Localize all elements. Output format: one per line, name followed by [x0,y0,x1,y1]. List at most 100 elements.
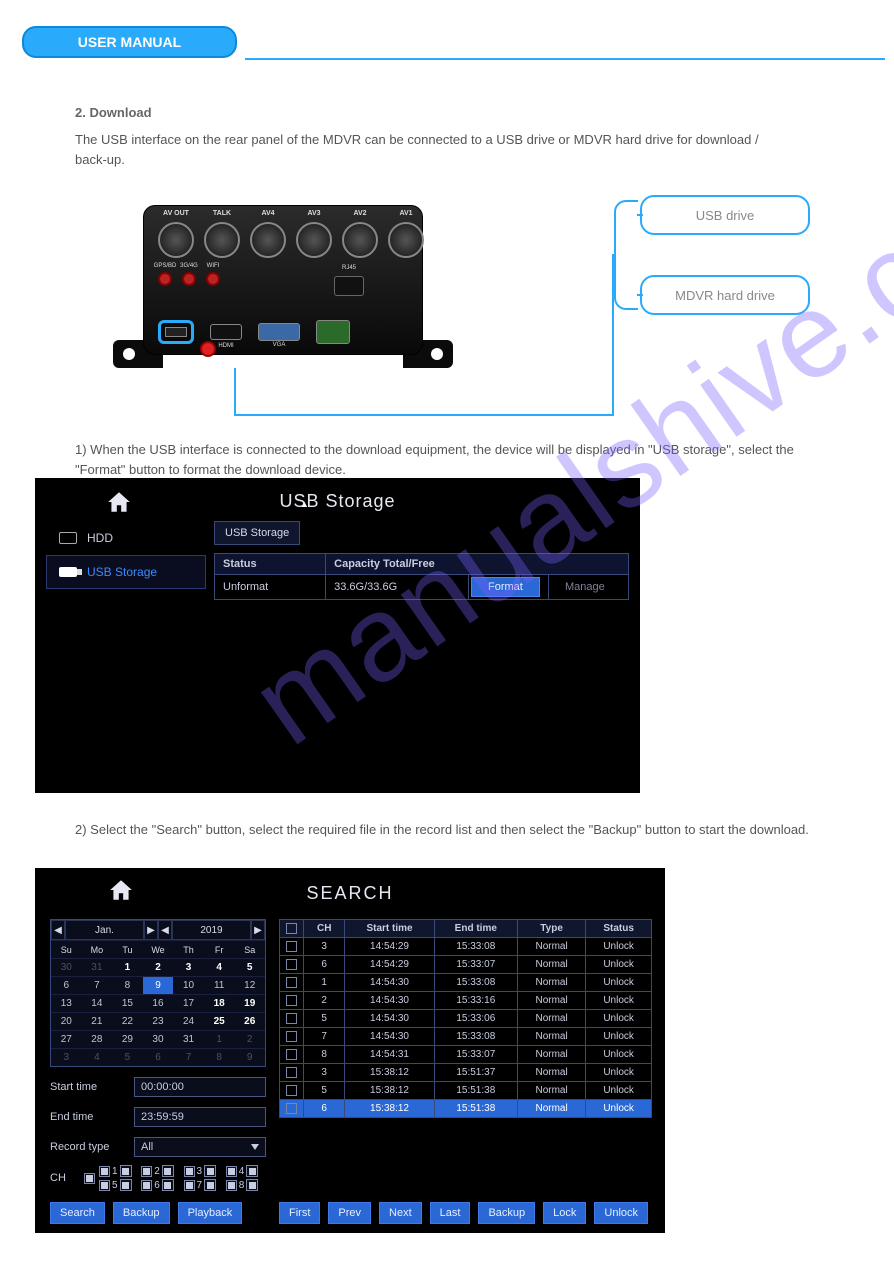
calendar-day[interactable]: 2 [234,1030,265,1048]
calendar-day[interactable]: 17 [173,994,204,1012]
table-row[interactable]: 314:54:2915:33:08NormalUnlock [280,938,652,956]
table-row[interactable]: 614:54:2915:33:07NormalUnlock [280,956,652,974]
prev-month-button[interactable]: ◀ [51,920,65,940]
ch-box-2[interactable] [162,1165,174,1177]
ch-checkbox-2[interactable] [141,1166,152,1177]
calendar-day[interactable]: 9 [143,976,174,994]
calendar-day[interactable]: 22 [112,1012,143,1030]
end-time-input[interactable]: 23:59:59 [134,1107,266,1127]
next-year-button[interactable]: ▶ [251,920,265,940]
table-row[interactable]: 214:54:3015:33:16NormalUnlock [280,992,652,1010]
calendar-day[interactable]: 27 [51,1030,82,1048]
row-checkbox[interactable] [286,977,297,988]
unlock-button[interactable]: Unlock [594,1202,648,1224]
calendar-day[interactable]: 4 [204,958,235,976]
lock-button[interactable]: Lock [543,1202,586,1224]
sidebar-item-usb-storage[interactable]: USB Storage [46,555,206,589]
ch-box-5[interactable] [120,1179,132,1191]
calendar-day[interactable]: 7 [173,1048,204,1066]
ch-box-1[interactable] [120,1165,132,1177]
calendar-day[interactable]: 4 [82,1048,113,1066]
prev-button[interactable]: Prev [328,1202,371,1224]
calendar-day[interactable]: 5 [234,958,265,976]
calendar-day[interactable]: 30 [143,1030,174,1048]
next-month-button[interactable]: ▶ [144,920,158,940]
prev-year-button[interactable]: ◀ [158,920,172,940]
tab-usb-storage[interactable]: USB Storage [214,521,300,545]
table-row[interactable]: 114:54:3015:33:08NormalUnlock [280,974,652,992]
next-button[interactable]: Next [379,1202,422,1224]
calendar-day[interactable]: 24 [173,1012,204,1030]
row-checkbox[interactable] [286,1013,297,1024]
calendar-day[interactable]: 7 [82,976,113,994]
table-row[interactable]: 814:54:3115:33:07NormalUnlock [280,1046,652,1064]
playback-button[interactable]: Playback [178,1202,243,1224]
calendar-day[interactable]: 2 [143,958,174,976]
ch-box-3[interactable] [204,1165,216,1177]
calendar-day[interactable]: 8 [204,1048,235,1066]
calendar-day[interactable]: 23 [143,1012,174,1030]
calendar-day[interactable]: 25 [204,1012,235,1030]
calendar-day[interactable]: 26 [234,1012,265,1030]
ch-checkbox-3[interactable] [184,1166,195,1177]
calendar-day[interactable]: 11 [204,976,235,994]
ch-box-8[interactable] [246,1179,258,1191]
format-button[interactable]: Format [471,577,540,597]
ch-checkbox-8[interactable] [226,1180,237,1191]
calendar-day[interactable]: 16 [143,994,174,1012]
calendar-day[interactable]: 3 [173,958,204,976]
calendar-day[interactable]: 21 [82,1012,113,1030]
table-row[interactable]: 315:38:1215:51:37NormalUnlock [280,1064,652,1082]
calendar-day[interactable]: 30 [51,958,82,976]
row-checkbox[interactable] [286,1031,297,1042]
calendar-day[interactable]: 14 [82,994,113,1012]
calendar-day[interactable]: 6 [143,1048,174,1066]
ch-checkbox-7[interactable] [184,1180,195,1191]
table-row[interactable]: 714:54:3015:33:08NormalUnlock [280,1028,652,1046]
ch-box-7[interactable] [204,1179,216,1191]
col-check[interactable] [280,920,304,938]
calendar-day[interactable]: 5 [112,1048,143,1066]
ch-all-checkbox[interactable] [84,1173,95,1184]
calendar-day[interactable]: 18 [204,994,235,1012]
ch-checkbox-4[interactable] [226,1166,237,1177]
table-row[interactable]: 615:38:1215:51:38NormalUnlock [280,1100,652,1118]
calendar-day[interactable]: 6 [51,976,82,994]
row-checkbox[interactable] [286,1067,297,1078]
calendar-day[interactable]: 31 [173,1030,204,1048]
row-checkbox[interactable] [286,1103,297,1114]
calendar-day[interactable]: 3 [51,1048,82,1066]
first-button[interactable]: First [279,1202,320,1224]
calendar-day[interactable]: 1 [112,958,143,976]
last-button[interactable]: Last [430,1202,471,1224]
calendar-day[interactable]: 19 [234,994,265,1012]
sidebar-item-hdd[interactable]: HDD [46,521,206,555]
calendar-day[interactable]: 31 [82,958,113,976]
ch-checkbox-1[interactable] [99,1166,110,1177]
backup-button[interactable]: Backup [478,1202,535,1224]
ch-box-4[interactable] [246,1165,258,1177]
row-checkbox[interactable] [286,959,297,970]
record-type-select[interactable]: All [134,1137,266,1157]
ch-box-6[interactable] [162,1179,174,1191]
row-checkbox[interactable] [286,1085,297,1096]
start-time-input[interactable]: 00:00:00 [134,1077,266,1097]
calendar-day[interactable]: 29 [112,1030,143,1048]
calendar-day[interactable]: 28 [82,1030,113,1048]
calendar-day[interactable]: 1 [204,1030,235,1048]
calendar-day[interactable]: 9 [234,1048,265,1066]
calendar-day[interactable]: 8 [112,976,143,994]
row-checkbox[interactable] [286,1049,297,1060]
row-checkbox[interactable] [286,941,297,952]
manage-button[interactable]: Manage [551,578,619,596]
table-row[interactable]: 514:54:3015:33:06NormalUnlock [280,1010,652,1028]
calendar-day[interactable]: 15 [112,994,143,1012]
table-row[interactable]: 515:38:1215:51:38NormalUnlock [280,1082,652,1100]
row-checkbox[interactable] [286,995,297,1006]
calendar-day[interactable]: 20 [51,1012,82,1030]
ch-checkbox-5[interactable] [99,1180,110,1191]
calendar[interactable]: ◀ Jan. ▶ ◀ 2019 ▶ SuMoTuWeThFrSa 3031123… [50,919,266,1067]
calendar-day[interactable]: 13 [51,994,82,1012]
search-button[interactable]: Search [50,1202,105,1224]
calendar-day[interactable]: 10 [173,976,204,994]
